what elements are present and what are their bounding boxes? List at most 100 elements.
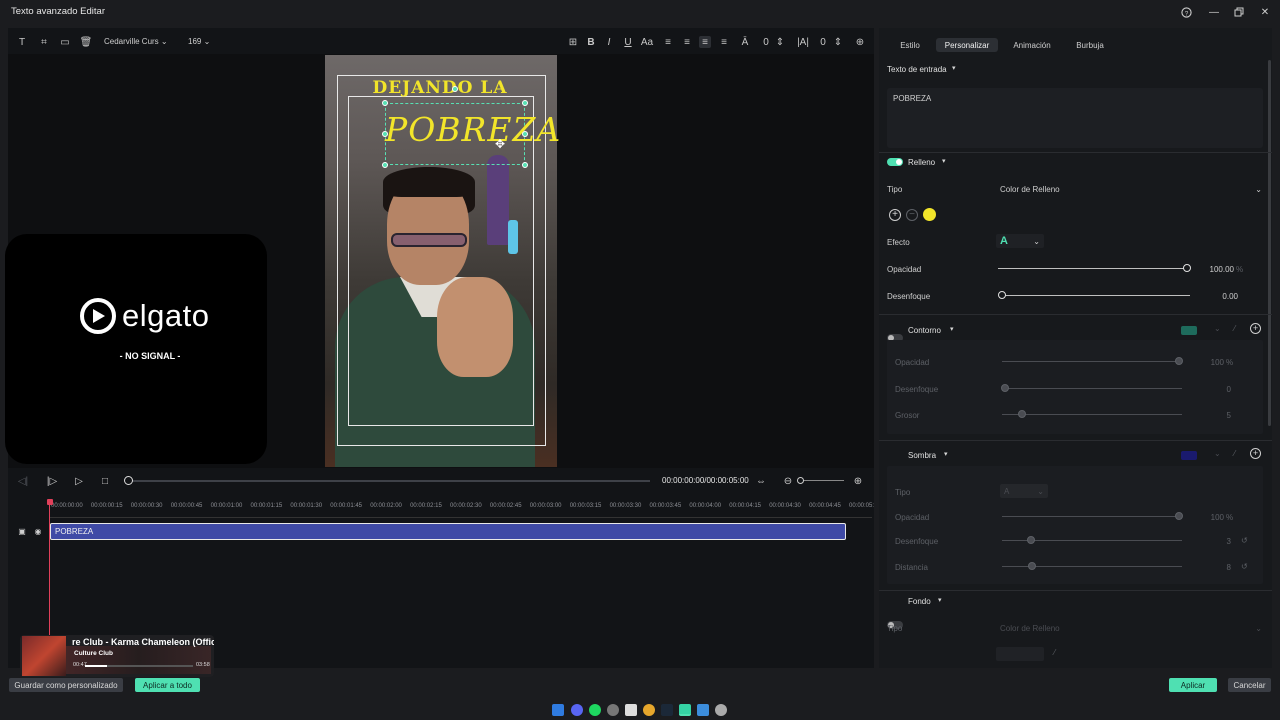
caret-down-icon[interactable]: ▾ (942, 157, 946, 165)
shadow-blur-knob[interactable] (1027, 536, 1035, 544)
lock-icon[interactable]: ▣ (17, 526, 27, 536)
chevron-down-icon[interactable]: ⌄ (1214, 449, 1221, 458)
apply-button[interactable]: Aplicar (1169, 678, 1217, 692)
outline-blur-knob[interactable] (1001, 384, 1009, 392)
resize-handle[interactable] (522, 162, 528, 168)
add-color-icon[interactable]: + (889, 209, 901, 221)
shadow-opacity-knob[interactable] (1175, 512, 1183, 520)
cancel-button[interactable]: Cancelar (1228, 678, 1271, 692)
close-icon[interactable]: ✕ (1257, 4, 1273, 20)
eyedropper-icon[interactable]: ⁄ (1234, 449, 1235, 458)
resize-handle[interactable] (382, 100, 388, 106)
outline-color-swatch[interactable] (1181, 326, 1197, 335)
obs-icon[interactable] (607, 704, 619, 716)
shadow-opacity-slider[interactable] (1002, 516, 1182, 517)
shadow-opacity-value[interactable]: 100 (1200, 513, 1224, 522)
playback-scrubber[interactable] (128, 480, 650, 482)
image-icon[interactable]: ▭ (59, 36, 71, 48)
shadow-distance-knob[interactable] (1028, 562, 1036, 570)
outline-opacity-value[interactable]: 100 (1200, 358, 1224, 367)
resize-handle[interactable] (522, 131, 528, 137)
line-spacing-value[interactable]: 0 (817, 36, 829, 48)
resize-handle[interactable] (382, 162, 388, 168)
shadow-distance-value[interactable]: 8 (1200, 563, 1231, 572)
zoom-knob[interactable] (797, 477, 804, 484)
discord-icon[interactable] (571, 704, 583, 716)
fill-color-swatch[interactable] (923, 208, 936, 221)
prev-frame-icon[interactable]: ◁| (17, 475, 29, 487)
steam-icon[interactable] (661, 704, 673, 716)
minimize-icon[interactable]: — (1206, 4, 1222, 20)
align-right-icon[interactable]: ≡ (699, 36, 711, 48)
rotate-handle[interactable] (452, 86, 458, 92)
outline-thickness-knob[interactable] (1018, 410, 1026, 418)
spinner-icon[interactable]: ⇕ (832, 36, 844, 48)
justify-icon[interactable]: ≡ (718, 36, 730, 48)
text-clip[interactable] (50, 523, 846, 540)
reset-icon[interactable]: ↺ (1241, 536, 1248, 545)
trash-icon[interactable]: 🗑 (80, 36, 93, 48)
spinner-icon[interactable]: ⇕ (774, 36, 786, 48)
save-custom-button[interactable]: Guardar como personalizado (9, 678, 123, 692)
stop-icon[interactable]: □ (99, 475, 111, 487)
font-select[interactable]: Cedarville Curs ⌄ (104, 37, 180, 46)
shadow-blur-value[interactable]: 3 (1200, 537, 1231, 546)
filmora-icon[interactable] (679, 704, 691, 716)
scrubber-knob[interactable] (124, 476, 133, 485)
resize-handle[interactable] (382, 131, 388, 137)
next-frame-icon[interactable]: |▷ (46, 475, 58, 487)
outline-opacity-knob[interactable] (1175, 357, 1183, 365)
tab-personalizar[interactable]: Personalizar (936, 38, 998, 52)
zoom-in-icon[interactable]: ⊕ (852, 475, 864, 487)
photos-icon[interactable] (697, 704, 709, 716)
maximize-icon[interactable] (1231, 4, 1247, 20)
tab-estilo[interactable]: Estilo (892, 38, 928, 52)
remove-color-icon[interactable]: − (906, 209, 918, 221)
underline-icon[interactable]: U (622, 36, 634, 48)
background-type-select[interactable]: Color de Relleno ⌄ (1000, 621, 1262, 635)
fill-blur-value[interactable]: 0.00 (1200, 292, 1238, 301)
tab-animacion[interactable]: Animación (1006, 38, 1058, 52)
align-object-icon[interactable]: ⊞ (567, 36, 579, 48)
caret-down-icon[interactable]: ▾ (938, 596, 942, 604)
chevron-down-icon[interactable]: ⌄ (1214, 324, 1221, 333)
outline-blur-slider[interactable] (1002, 388, 1182, 389)
zoom-slider[interactable] (802, 480, 844, 481)
text-input-value[interactable]: POBREZA (893, 94, 931, 103)
playhead[interactable] (49, 500, 50, 640)
background-color-select[interactable] (996, 647, 1044, 661)
eyedropper-icon[interactable]: ⁄ (1234, 324, 1235, 333)
transform-icon[interactable]: ⌗ (38, 36, 50, 48)
playhead-handle[interactable] (47, 499, 53, 505)
text-input-area[interactable] (887, 88, 1263, 148)
align-left-icon[interactable]: ≡ (662, 36, 674, 48)
fill-blur-slider[interactable] (1002, 295, 1190, 296)
fill-opacity-value[interactable]: 100.00 (1200, 265, 1234, 274)
fill-opacity-knob[interactable] (1183, 264, 1191, 272)
settings-icon[interactable] (715, 704, 727, 716)
spotify-icon[interactable] (589, 704, 601, 716)
fill-type-select[interactable]: Color de Relleno ⌄ (1000, 182, 1262, 196)
bold-icon[interactable]: B (585, 36, 597, 48)
align-center-icon[interactable]: ≡ (681, 36, 693, 48)
caret-down-icon[interactable]: ▾ (952, 64, 956, 72)
shadow-color-swatch[interactable] (1181, 451, 1197, 460)
caret-down-icon[interactable]: ▾ (944, 450, 948, 458)
line-spacing-icon[interactable]: |A| (797, 36, 809, 48)
fill-blur-knob[interactable] (998, 291, 1006, 299)
font-size-select[interactable]: 169 ⌄ (188, 37, 218, 46)
outline-thickness-slider[interactable] (1002, 414, 1182, 415)
windows-start-icon[interactable] (552, 704, 564, 716)
apply-all-button[interactable]: Aplicar a todo (135, 678, 200, 692)
tab-burbuja[interactable]: Burbuja (1068, 38, 1112, 52)
resize-handle[interactable] (522, 100, 528, 106)
letter-spacing-value[interactable]: 0 (760, 36, 772, 48)
eyedropper-icon[interactable]: ⁄ (1054, 648, 1055, 657)
explorer-icon[interactable] (625, 704, 637, 716)
effect-select[interactable]: A ⌄ (996, 234, 1044, 248)
shadow-type-select[interactable]: A ⌄ (1000, 484, 1048, 498)
chrome-icon[interactable] (643, 704, 655, 716)
italic-icon[interactable]: I (603, 36, 615, 48)
help-icon[interactable]: ? (1178, 4, 1194, 20)
outline-opacity-slider[interactable] (1002, 361, 1182, 362)
